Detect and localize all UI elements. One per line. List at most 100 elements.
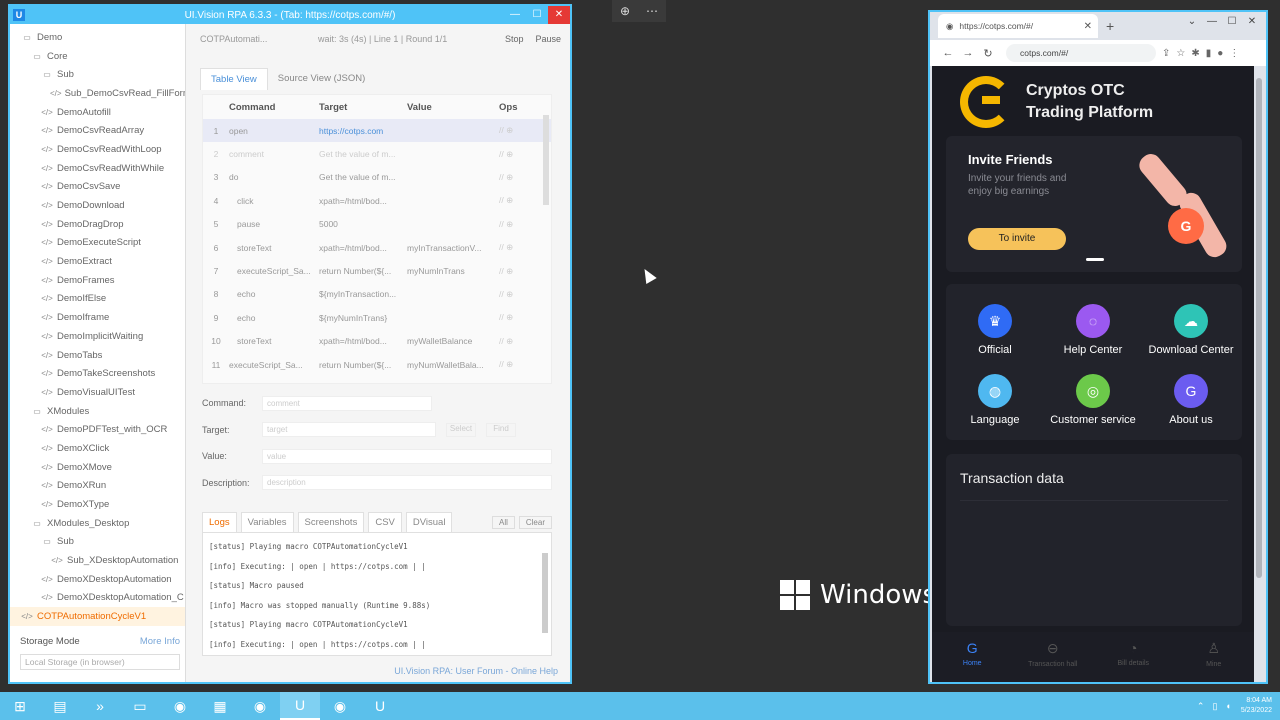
tab-table-view[interactable]: Table View <box>200 68 268 90</box>
row-ops-icon[interactable]: // ⊕ <box>499 172 539 183</box>
zoom-icon[interactable]: ⊕ <box>620 4 630 18</box>
row-ops-icon[interactable]: // ⊕ <box>499 266 539 277</box>
select-button[interactable]: Select <box>446 422 476 437</box>
tree-macro[interactable]: </> DemoDownload <box>10 196 185 215</box>
tree-macro[interactable]: </> COTPAutomationCycleV1 <box>10 607 185 626</box>
row-ops-icon[interactable]: // ⊕ <box>499 359 539 370</box>
network-icon[interactable]: ▯ <box>1212 701 1217 712</box>
tree-macro[interactable]: </> DemoDragDrop <box>10 215 185 234</box>
tree-folder[interactable]: ▭ Core <box>10 47 185 66</box>
chrome-icon-2[interactable]: ◉ <box>240 692 280 720</box>
tree-folder[interactable]: ▭ Sub <box>10 65 185 84</box>
tree-macro[interactable]: </> DemoVisualUITest <box>10 383 185 402</box>
find-button[interactable]: Find <box>486 422 516 437</box>
command-row[interactable]: 8 echo ${myInTransaction... // ⊕ <box>203 283 551 306</box>
tab-search-icon[interactable]: ⌄ <box>1182 16 1202 27</box>
address-bar[interactable]: cotps.com/#/ <box>1006 44 1156 62</box>
file-explorer-icon[interactable]: ▤ <box>40 692 80 720</box>
row-ops-icon[interactable]: // ⊕ <box>499 219 539 230</box>
tree-macro[interactable]: </> DemoAutofill <box>10 103 185 122</box>
log-filter-select[interactable]: All <box>491 515 515 529</box>
tree-folder[interactable]: ▭ Sub <box>10 533 185 552</box>
service-globe[interactable]: ◍ Language <box>946 374 1044 426</box>
command-row[interactable]: 7 executeScript_Sa... return Number(${... m… <box>203 259 551 282</box>
clear-logs-button[interactable]: Clear <box>518 515 552 529</box>
tab-source-view[interactable]: Source View (JSON) <box>268 68 375 90</box>
stop-button[interactable]: Stop <box>505 34 524 44</box>
footer-links[interactable]: UI.Vision RPA: User Forum - Online Help <box>394 666 558 676</box>
more-icon[interactable]: ⋯ <box>646 4 658 18</box>
row-ops-icon[interactable]: // ⊕ <box>499 195 539 206</box>
forward-icon[interactable]: → <box>958 47 978 59</box>
nav-bill[interactable]: ◔ Bill details <box>1093 632 1174 682</box>
close-button[interactable]: ✕ <box>548 6 570 24</box>
row-ops-icon[interactable]: // ⊕ <box>499 312 539 323</box>
minimize-button[interactable]: — <box>504 6 526 24</box>
reload-icon[interactable]: ↻ <box>978 47 998 60</box>
tree-macro[interactable]: </> DemoXRun <box>10 477 185 496</box>
row-ops-icon[interactable]: // ⊕ <box>499 125 539 136</box>
log-scrollbar[interactable] <box>542 553 548 633</box>
tab-dvisual[interactable]: DVisual <box>405 512 453 532</box>
nav-transaction[interactable]: ⊖ Transaction hall <box>1013 632 1094 682</box>
value-input[interactable]: value <box>262 448 552 464</box>
profile-avatar-icon[interactable]: ● <box>1217 48 1223 59</box>
tab-variables[interactable]: Variables <box>240 512 294 532</box>
tree-macro[interactable]: </> DemoImplicitWaiting <box>10 327 185 346</box>
uivision-icon[interactable]: U <box>280 692 320 720</box>
page-scrollbar[interactable] <box>1254 68 1264 678</box>
folder-icon[interactable]: ▭ <box>120 692 160 720</box>
command-row[interactable]: 1 open https://cotps.com // ⊕ <box>203 119 551 143</box>
tree-macro[interactable]: </> DemoIframe <box>10 308 185 327</box>
tree-macro[interactable]: </> DemoXClick <box>10 439 185 458</box>
tree-macro[interactable]: </> DemoXDesktopAutomation_C <box>10 589 185 608</box>
service-cloud[interactable]: ☁ Download Center <box>1142 304 1240 356</box>
browser-close-button[interactable]: ✕ <box>1242 16 1262 27</box>
bookmark-star-icon[interactable]: ☆ <box>1176 48 1185 59</box>
tree-macro[interactable]: </> DemoCsvReadWithLoop <box>10 140 185 159</box>
tree-folder[interactable]: ▭ XModules <box>10 402 185 421</box>
tree-folder[interactable]: ▭ XModules_Desktop <box>10 514 185 533</box>
command-row[interactable]: 9 echo ${myNumInTrans} // ⊕ <box>203 306 551 329</box>
tree-macro[interactable]: </> DemoFrames <box>10 271 185 290</box>
powershell-icon[interactable]: » <box>80 692 120 720</box>
volume-icon[interactable]: ◖ <box>1225 701 1230 711</box>
tree-macro[interactable]: </> DemoExtract <box>10 252 185 271</box>
uivision-titlebar[interactable]: U UI.Vision RPA 6.3.3 - (Tab: https://co… <box>10 6 570 24</box>
clock[interactable]: 8:04 AM 5/23/2022 <box>1241 696 1272 716</box>
command-row[interactable]: 10 storeText xpath=/html/bod... myWalletBal… <box>203 330 551 353</box>
invite-button[interactable]: To invite <box>968 228 1066 250</box>
tree-macro[interactable]: </> Sub_XDesktopAutomation <box>10 551 185 570</box>
target-input[interactable]: target <box>262 422 436 438</box>
row-ops-icon[interactable]: // ⊕ <box>499 289 539 300</box>
tree-macro[interactable]: </> DemoIfElse <box>10 290 185 309</box>
tree-macro[interactable]: </> DemoTabs <box>10 346 185 365</box>
extensions-icon[interactable]: ✱ <box>1191 48 1199 59</box>
menu-icon[interactable]: ⋮ <box>1229 48 1239 59</box>
storage-mode-select[interactable]: Local Storage (in browser) <box>20 654 180 670</box>
share-icon[interactable]: ⇪ <box>1162 48 1170 59</box>
command-input[interactable]: comment <box>262 395 432 411</box>
chrome-icon[interactable]: ◉ <box>160 692 200 720</box>
row-ops-icon[interactable]: // ⊕ <box>499 149 539 160</box>
tab-csv[interactable]: CSV <box>368 512 402 532</box>
new-tab-icon[interactable]: + <box>1106 18 1114 34</box>
service-info[interactable]: G About us <box>1142 374 1240 426</box>
more-info-link[interactable]: More Info <box>140 636 180 647</box>
tree-macro[interactable]: </> DemoCsvReadWithWhile <box>10 159 185 178</box>
service-chat[interactable]: ◌ Help Center <box>1044 304 1142 356</box>
table-scrollbar[interactable] <box>543 115 549 205</box>
carousel-indicator[interactable] <box>1086 258 1104 261</box>
tray-chevron-icon[interactable]: ⌃ <box>1197 701 1205 712</box>
row-ops-icon[interactable]: // ⊕ <box>499 242 539 253</box>
tree-macro[interactable]: </> DemoTakeScreenshots <box>10 364 185 383</box>
pause-button[interactable]: Pause <box>536 34 562 44</box>
back-icon[interactable]: ← <box>938 47 958 59</box>
command-row[interactable]: 2 comment Get the value of m... // ⊕ <box>203 142 551 165</box>
tree-macro[interactable]: </> DemoCsvSave <box>10 178 185 197</box>
tree-macro[interactable]: </> DemoExecuteScript <box>10 234 185 253</box>
command-row[interactable]: 11 executeScript_Sa... return Number(${...… <box>203 353 551 376</box>
command-row[interactable]: 3 do Get the value of m... // ⊕ <box>203 166 551 189</box>
nav-home[interactable]: G Home <box>932 632 1013 682</box>
tree-macro[interactable]: </> DemoPDFTest_with_OCR <box>10 420 185 439</box>
